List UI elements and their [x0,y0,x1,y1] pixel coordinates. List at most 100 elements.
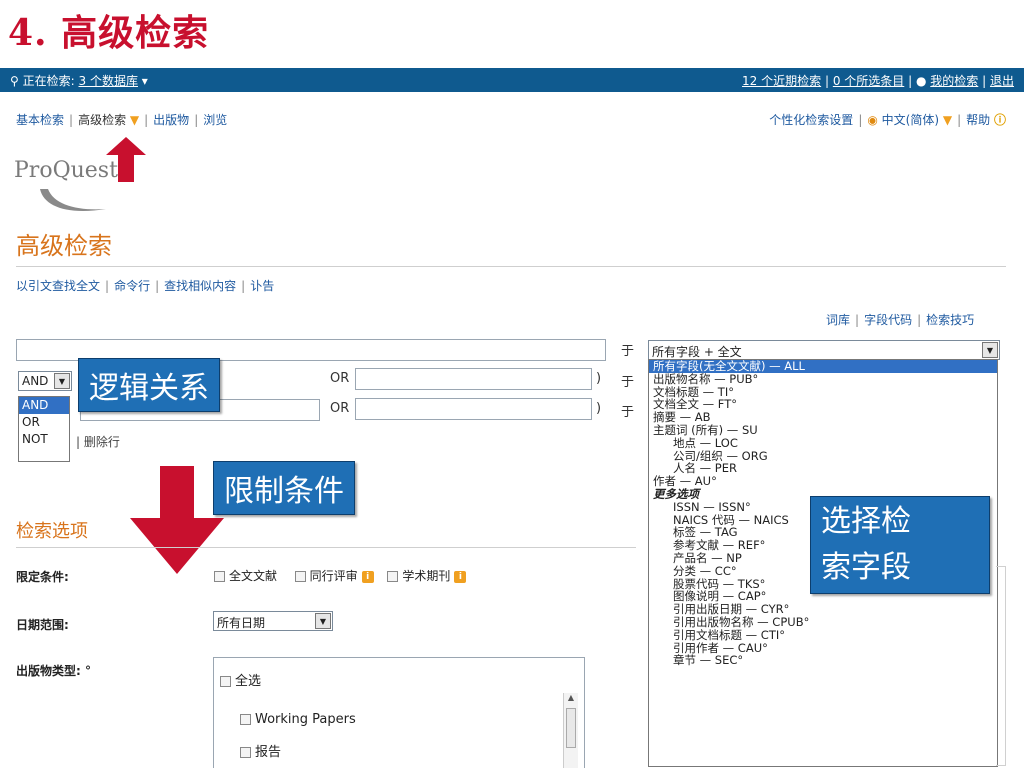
my-search-link[interactable]: 我的检索 [930,74,978,88]
databases-link[interactable]: 3 个数据库 [79,74,138,88]
scholarly-checkbox[interactable] [387,571,399,582]
pubtype-item-label: 全选 [235,674,262,689]
operator-option-and[interactable]: AND [19,397,69,414]
nav-advanced-search[interactable]: 高级检索 [78,113,126,127]
logo-swoosh-icon [40,189,106,211]
field-option[interactable]: 引用出版物名称 — CPUB° [649,616,997,629]
operator-option-or[interactable]: OR [19,414,69,431]
in-label: 于 [621,344,635,359]
nav-browse[interactable]: 浏览 [203,113,227,127]
callout-limits: 限制条件 [213,461,355,515]
pubtype-item[interactable]: 报告 [240,741,281,760]
info-icon[interactable]: i [361,570,374,583]
callout-field-line1: 选择检 [821,504,911,539]
in-label: 于 [621,405,635,420]
pubtype-item[interactable]: Working Papers [240,712,356,727]
preferences-link[interactable]: 个性化检索设置 [769,113,853,127]
recent-searches-link[interactable]: 12 个近期检索 [742,74,821,88]
top-links: 12 个近期检索 | 0 个所选条目 | ● 我的检索 | 退出 [742,74,1014,88]
help-links: 词库 | 字段代码 | 检索技巧 [826,313,975,327]
link-similar[interactable]: 查找相似内容 [164,279,236,293]
field-select-value: 所有字段 + 全文 [652,345,742,359]
pubtype-item-label: 报告 [255,745,282,760]
globe-icon: ◉ [867,113,878,127]
date-range-value: 所有日期 [217,616,266,630]
date-range-select[interactable]: 所有日期 ▼ [213,611,333,631]
delete-row-link[interactable]: | 删除行 [76,433,120,450]
arrow-down-icon [130,466,224,574]
fulltext-label: 全文文献 [229,569,278,583]
operator-option-not[interactable]: NOT [19,431,69,448]
callout-logic: 逻辑关系 [78,358,220,412]
field-select-1[interactable]: 所有字段 + 全文 ▼ [648,340,1000,360]
link-command-line[interactable]: 命令行 [114,279,150,293]
scroll-up-icon[interactable]: ▲ [564,693,578,702]
divider [16,547,636,548]
utility-nav: 个性化检索设置 | ◉ 中文(简体) ▼ | 帮助 ⓘ [769,113,1006,127]
pubtype-checkbox[interactable] [240,714,251,725]
close-paren: ) [596,401,602,416]
field-option[interactable]: 地点 — LOC [649,436,997,450]
operator-value: AND [22,374,49,388]
fulltext-checkbox[interactable] [214,571,225,582]
pubtype-list: 全选 Working Papers 报告 [213,657,585,768]
search-icon: ⚲ [10,74,19,88]
chevron-down-icon[interactable]: ▼ [939,113,952,127]
pubtype-item-label: Working Papers [255,712,356,727]
sub-links: 以引文查找全文 | 命令行 | 查找相似内容 | 讣告 [16,279,275,293]
limit-label: 限定条件: [16,570,69,584]
page-title: 高级检索 [16,232,112,260]
nav-publications[interactable]: 出版物 [153,113,189,127]
field-option[interactable]: 所有字段(无全文文献) — ALL [649,360,997,373]
callout-field: 选择检 索字段 [810,496,990,594]
field-option[interactable]: 主题词 (所有) — SU [649,424,997,437]
searching-prefix: 正在检索: [22,74,75,88]
logout-link[interactable]: 退出 [990,74,1014,88]
pubtype-scrollbar[interactable]: ▲ [563,693,578,768]
callout-field-line2: 索字段 [821,550,911,585]
pubtype-checkbox[interactable] [240,747,251,758]
chevron-down-icon[interactable]: ▼ [54,373,70,389]
scroll-thumb[interactable] [566,708,576,748]
search-options-heading: 检索选项 [16,521,88,542]
top-bar: ⚲ 正在检索: 3 个数据库 ▾ 12 个近期检索 | 0 个所选条目 | ● … [0,68,1024,92]
operator-select-1[interactable]: AND ▼ [18,371,72,391]
info-icon[interactable]: i [454,570,467,583]
link-search-tips[interactable]: 检索技巧 [926,313,974,327]
peer-reviewed-checkbox[interactable] [294,571,306,582]
selected-items-link[interactable]: 0 个所选条目 [833,74,904,88]
proquest-logo: ProQuest [14,158,118,183]
search-input-3b[interactable] [355,398,592,420]
pubtype-checkbox[interactable] [220,676,231,687]
side-panel-edge [996,566,1006,766]
field-option[interactable]: 引用文档标题 — CTI° [649,628,997,642]
link-cite-fulltext[interactable]: 以引文查找全文 [16,279,100,293]
language-select[interactable]: 中文(简体) [882,113,939,127]
chevron-down-icon[interactable]: ▼ [982,342,998,358]
chevron-down-icon[interactable]: ▼ [126,113,139,127]
operator-dropdown-list[interactable]: AND OR NOT [18,396,70,462]
link-field-codes[interactable]: 字段代码 [864,313,912,327]
field-option[interactable]: 作者 — AU° [649,475,997,488]
limit-options: 全文文献 同行评审 i 学术期刊 i [214,567,467,584]
link-obituaries[interactable]: 讣告 [250,279,274,293]
help-icon[interactable]: ⓘ [994,113,1006,127]
peer-reviewed-label: 同行评审 [309,569,358,583]
link-thesaurus[interactable]: 词库 [826,313,850,327]
user-icon: ● [915,74,927,88]
main-nav: 基本检索 | 高级检索 ▼ | 出版物 | 浏览 [16,113,228,127]
field-option[interactable]: 章节 — SEC° [649,654,997,667]
nav-basic-search[interactable]: 基本检索 [16,113,64,127]
chevron-down-icon[interactable]: ▾ [142,74,148,88]
field-option[interactable]: 出版物名称 — PUB° [649,372,997,386]
help-link[interactable]: 帮助 [966,113,990,127]
delete-row-label[interactable]: 删除行 [84,435,120,449]
pubtype-item[interactable]: 全选 [220,670,261,689]
date-range-label: 日期范围: [16,618,69,632]
search-input-2b[interactable] [355,368,592,390]
in-label: 于 [621,375,635,390]
pubtype-label: 出版物类型: ° [16,664,91,678]
chevron-down-icon[interactable]: ▼ [315,613,331,629]
or-label: OR [330,371,350,386]
divider [16,266,1006,267]
